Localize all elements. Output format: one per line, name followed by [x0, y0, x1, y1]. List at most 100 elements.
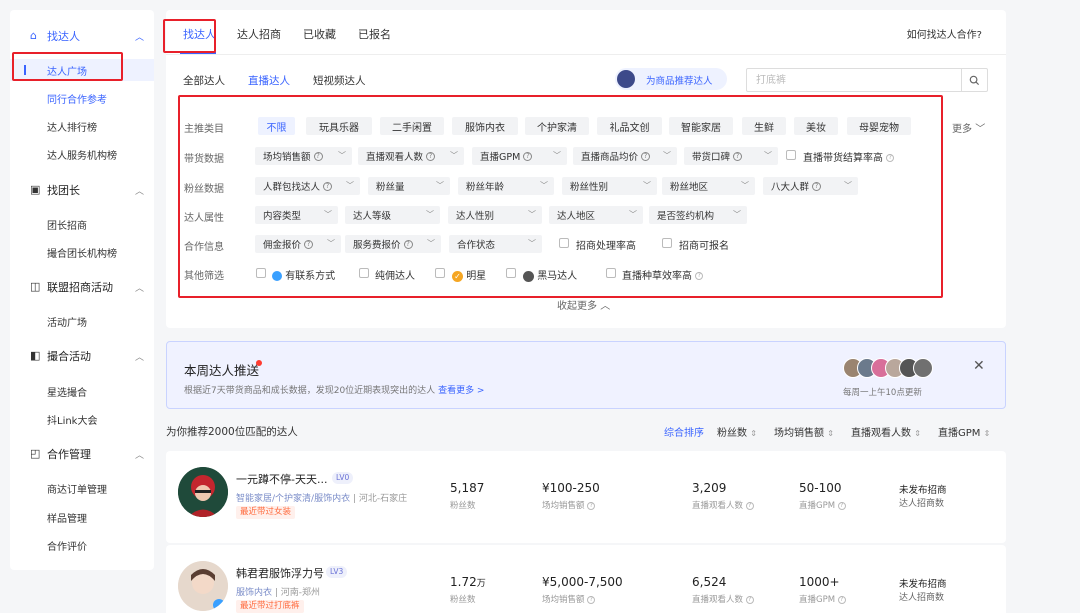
dropdown-coop-status[interactable]: 合作状态 ﹀: [449, 235, 542, 253]
search-input[interactable]: [747, 69, 959, 91]
tab-find-talent[interactable]: 找达人: [183, 26, 216, 42]
chip-category-toys[interactable]: 玩具乐器: [306, 117, 372, 135]
result-count: 为你推荐2000位匹配的达人: [166, 426, 298, 438]
talent-name[interactable]: 韩君君服饰浮力号: [236, 565, 324, 581]
dropdown-fan-region[interactable]: 粉丝地区 ﹀: [662, 177, 755, 195]
subtab-live[interactable]: 直播达人: [248, 73, 290, 88]
sidebar-group-find-talent[interactable]: ⌂ 找达人 ︿: [10, 24, 154, 48]
checkbox-settlement-rate[interactable]: [786, 150, 796, 160]
dark-horse-icon: [523, 270, 534, 282]
sidebar-item-activity-square[interactable]: 活动广场: [10, 310, 154, 332]
collapse-more-link[interactable]: 收起更多 ︿: [557, 297, 610, 312]
recruit-label: 达人招商数: [899, 499, 945, 509]
dropdown-fan-gender[interactable]: 粉丝性别 ﹀: [562, 177, 657, 195]
talent-card[interactable]: 一元蹲不停-天天... LV0 智能家居/个护家清/服饰内衣 | 河北-石家庄 …: [166, 451, 1006, 543]
help-link[interactable]: 如何找达人合作?: [907, 26, 982, 41]
dropdown-commission-quote[interactable]: 佣金报价? ﹀: [255, 235, 341, 253]
sidebar-group-find-leader[interactable]: ▣ 找团长 ︿: [10, 178, 154, 202]
talent-tags: 服饰内衣 | 河南-郑州: [236, 588, 321, 598]
gpm-label: 直播GPM ?: [799, 499, 846, 511]
dropdown-talent-level[interactable]: 达人等级 ﹀: [345, 206, 440, 224]
more-categories-link[interactable]: 更多 ﹀: [952, 120, 985, 135]
fans-value: 5,187: [450, 481, 485, 495]
dropdown-eight-crowds[interactable]: 八大人群? ﹀: [763, 177, 858, 195]
sidebar-item-peer-reference[interactable]: 同行合作参考: [10, 87, 154, 109]
checkbox-recruit-open[interactable]: [662, 238, 672, 248]
dropdown-service-fee-quote[interactable]: 服务费报价? ﹀: [345, 235, 441, 253]
checkbox-recruit-open-label: 招商可报名: [679, 241, 729, 252]
avatar: [178, 467, 228, 517]
close-icon[interactable]: ✕: [973, 358, 985, 374]
talent-card[interactable]: 韩君君服饰浮力号 LV3 服饰内衣 | 河南-郑州 最近带过打底裤 1.72万 …: [166, 545, 1006, 613]
dropdown-live-gpm[interactable]: 直播GPM? ﹀: [472, 147, 567, 165]
sidebar-item-service-agency-ranking[interactable]: 达人服务机构榜: [10, 143, 154, 165]
checkbox-pure-commission[interactable]: [359, 268, 369, 278]
sidebar-item-star-match[interactable]: 星选撮合: [10, 380, 154, 402]
search-button[interactable]: [961, 69, 987, 91]
recent-badge: 最近带过女装: [236, 506, 296, 519]
dropdown-reputation[interactable]: 带货口碑? ﹀: [684, 147, 778, 165]
dropdown-fan-count[interactable]: 粉丝量 ﹀: [368, 177, 450, 195]
sort-avg-sales[interactable]: 场均销售额 ⇕: [774, 424, 834, 439]
tab-talent-recruit[interactable]: 达人招商: [237, 26, 281, 42]
sort-live-viewers[interactable]: 直播观看人数 ⇕: [851, 424, 921, 439]
chip-category-any[interactable]: 不限: [258, 117, 295, 135]
dropdown-crowd-pack[interactable]: 人群包找达人? ﹀: [255, 177, 360, 195]
subtab-short-video[interactable]: 短视频达人: [313, 73, 366, 88]
sidebar-item-talent-square[interactable]: 达人广场: [10, 59, 154, 81]
sidebar: ⌂ 找达人 ︿ 达人广场 同行合作参考 达人排行榜 达人服务机构榜 ▣ 找团长 …: [10, 10, 154, 570]
filter-label-attrs: 达人属性: [184, 213, 224, 224]
view-more-link[interactable]: 查看更多 >: [438, 386, 484, 396]
match-icon: ◧: [30, 349, 41, 362]
chip-category-smart-home[interactable]: 智能家居: [669, 117, 733, 135]
dropdown-avg-price[interactable]: 直播商品均价? ﹀: [573, 147, 677, 165]
dropdown-content-type[interactable]: 内容类型 ﹀: [255, 206, 338, 224]
dropdown-talent-region[interactable]: 达人地区 ﹀: [549, 206, 643, 224]
subtab-all[interactable]: 全部达人: [183, 73, 225, 88]
sales-label: 场均销售额 ?: [542, 499, 596, 511]
sort-fans[interactable]: 粉丝数 ⇕: [717, 424, 757, 439]
sales-value: ¥5,000-7,500: [542, 575, 623, 589]
dropdown-avg-sales[interactable]: 场均销售额? ﹀: [255, 147, 352, 165]
chip-category-gifts[interactable]: 礼品文创: [597, 117, 662, 135]
checkbox-recruit-rate[interactable]: [559, 238, 569, 248]
sidebar-group-alliance-activity[interactable]: ◫ 联盟招商活动 ︿: [10, 275, 154, 299]
sidebar-item-coop-review[interactable]: 合作评价: [10, 534, 154, 556]
sidebar-group-coop-manage[interactable]: ◰ 合作管理 ︿: [10, 442, 154, 466]
chip-category-personal-care[interactable]: 个护家清: [525, 117, 589, 135]
sidebar-item-match-leader-ranking[interactable]: 撮合团长机构榜: [10, 241, 154, 263]
sort-icon: ⇕: [983, 429, 991, 438]
checkbox-grass-efficiency[interactable]: [606, 268, 616, 278]
chip-category-beauty[interactable]: 美妆: [794, 117, 838, 135]
chip-category-baby-pet[interactable]: 母婴宠物: [847, 117, 911, 135]
dropdown-live-viewers[interactable]: 直播观看人数? ﹀: [358, 147, 464, 165]
briefcase-icon: ▣: [30, 183, 41, 196]
talent-name[interactable]: 一元蹲不停-天天...: [236, 471, 327, 487]
dropdown-talent-gender[interactable]: 达人性别 ﹀: [448, 206, 542, 224]
dropdown-fan-age[interactable]: 粉丝年龄 ﹀: [458, 177, 554, 195]
checkbox-dark-horse[interactable]: [506, 268, 516, 278]
sidebar-item-douyin-link[interactable]: 抖Link大会: [10, 408, 154, 430]
viewers-label: 直播观看人数 ?: [692, 499, 754, 511]
checkbox-celebrity[interactable]: [435, 268, 445, 278]
sidebar-group-match-activity[interactable]: ◧ 撮合活动 ︿: [10, 344, 154, 368]
weekly-avatars[interactable]: [843, 358, 933, 380]
sidebar-item-sample-manage[interactable]: 样品管理: [10, 506, 154, 528]
viewers-value: 6,524: [692, 575, 727, 589]
sidebar-item-leader-recruit[interactable]: 团长招商: [10, 213, 154, 235]
chip-category-fresh[interactable]: 生鲜: [742, 117, 786, 135]
sort-live-gpm[interactable]: 直播GPM ⇕: [938, 424, 990, 439]
sidebar-item-talent-ranking[interactable]: 达人排行榜: [10, 115, 154, 137]
recommend-for-product-button[interactable]: 为商品推荐达人: [615, 68, 727, 90]
sort-comprehensive[interactable]: 综合排序: [664, 424, 704, 439]
checkbox-has-contact[interactable]: [256, 268, 266, 278]
chip-category-secondhand[interactable]: 二手闲置: [380, 117, 444, 135]
checkbox-settlement-rate-label: 直播带货结算率高 ?: [803, 149, 895, 164]
sidebar-item-order-manage[interactable]: 商达订单管理: [10, 477, 154, 499]
tab-registered[interactable]: 已报名: [358, 26, 391, 42]
filter-label-category: 主推类目: [184, 124, 224, 135]
dropdown-signed-agency[interactable]: 是否签约机构 ﹀: [649, 206, 747, 224]
chip-category-apparel[interactable]: 服饰内衣: [452, 117, 518, 135]
checkbox-grass-efficiency-label: 直播种草效率高 ?: [622, 267, 704, 282]
tab-favorites[interactable]: 已收藏: [303, 26, 336, 42]
